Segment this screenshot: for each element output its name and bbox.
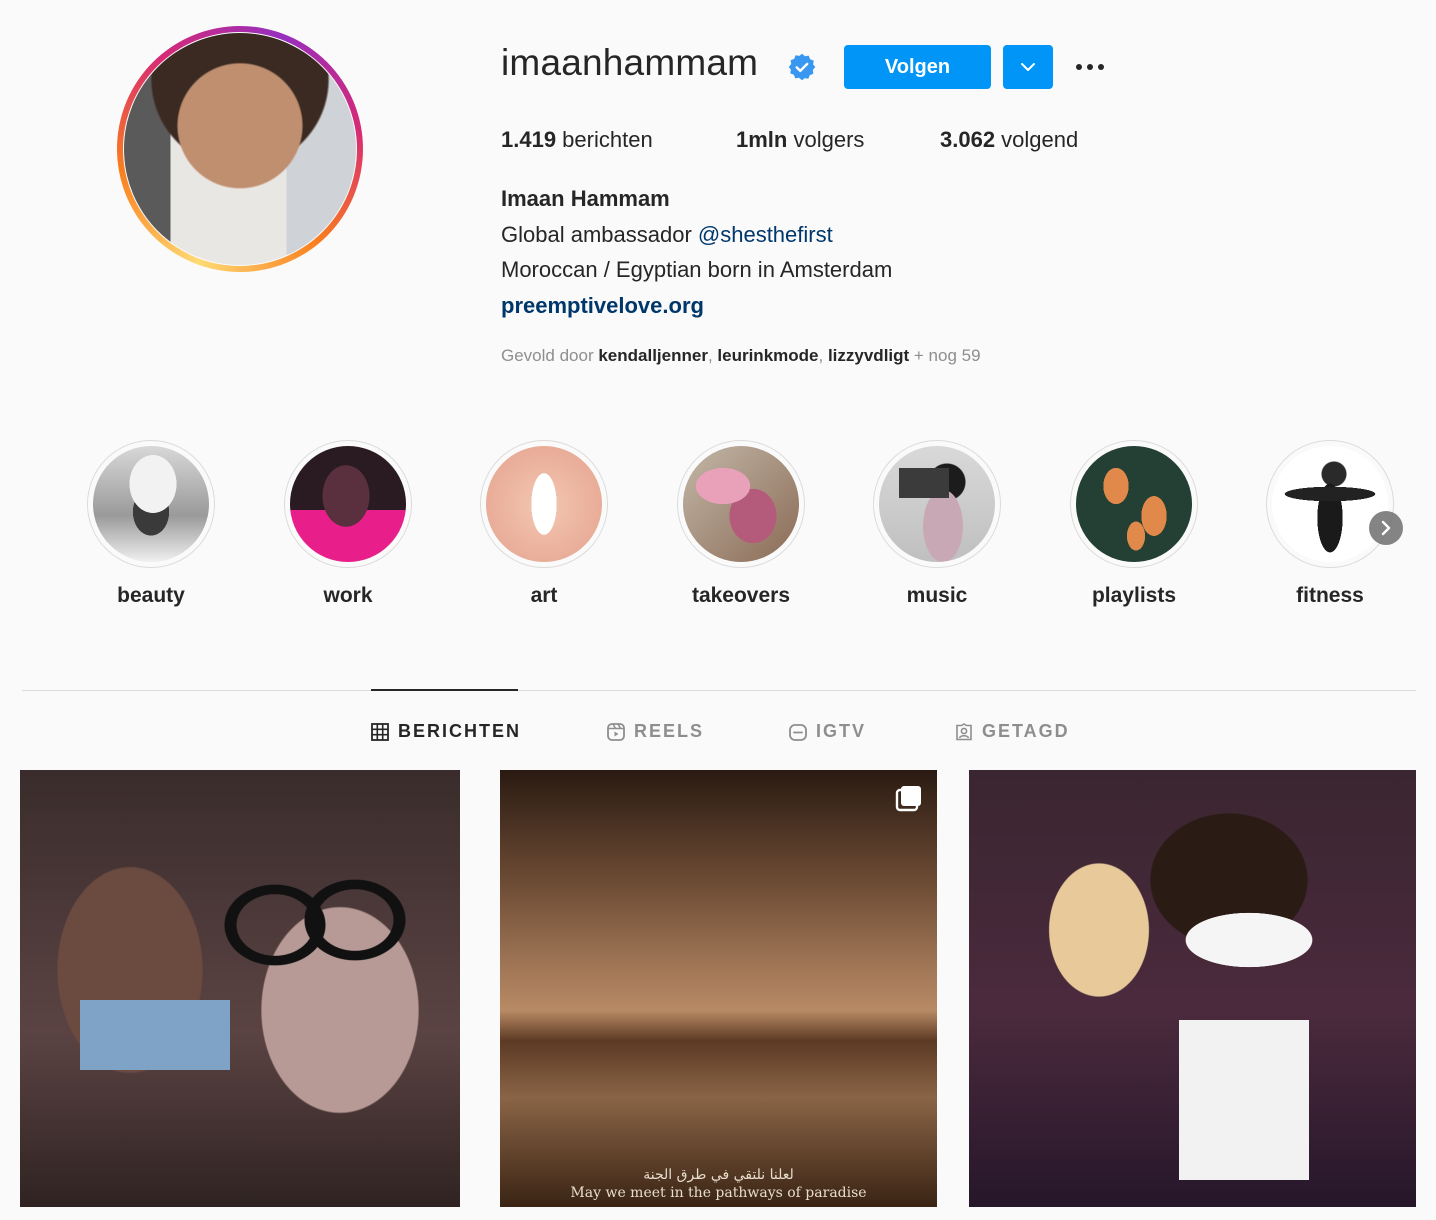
igtv-icon [789, 723, 807, 741]
highlight-cover [290, 446, 406, 562]
highlight-cover [93, 446, 209, 562]
tabs-divider [22, 690, 1416, 691]
post-thumbnail[interactable] [20, 770, 460, 1207]
highlight-music[interactable]: music [872, 440, 1002, 608]
bio-text: Global ambassador [501, 222, 698, 247]
profile-full-name: Imaan Hammam [501, 186, 670, 211]
highlight-cover [1272, 446, 1388, 562]
highlight-playlists[interactable]: playlists [1069, 440, 1199, 608]
carousel-icon [895, 786, 921, 812]
highlight-art[interactable]: art [479, 440, 609, 608]
active-tab-indicator [371, 689, 518, 691]
website-link[interactable]: preemptivelove.org [501, 293, 704, 319]
highlight-takeovers[interactable]: takeovers [676, 440, 806, 608]
tab-berichten[interactable]: BERICHTEN [371, 721, 521, 742]
posts-count: 1.419 berichten [501, 127, 653, 152]
bio-mention-link[interactable]: @shesthefirst [698, 222, 833, 247]
post-thumbnail[interactable]: لعلنا نلتقي في طرق الجنة May we meet in … [500, 770, 937, 1207]
highlight-cover [683, 446, 799, 562]
following-link[interactable]: 3.062 volgend [940, 127, 1078, 153]
bio-line-1: Global ambassador @shesthefirst [501, 222, 833, 248]
chevron-right-icon [1381, 520, 1391, 536]
highlight-cover [1076, 446, 1192, 562]
followed-by-user[interactable]: kendalljenner [598, 346, 708, 365]
follow-button[interactable]: Volgen [844, 45, 991, 89]
followed-by-user[interactable]: lizzyvdligt [828, 346, 909, 365]
post-thumbnail[interactable] [969, 770, 1416, 1207]
tagged-icon [956, 722, 972, 740]
more-options-icon[interactable] [1070, 54, 1110, 80]
bio-line-2: Moroccan / Egyptian born in Amsterdam [501, 257, 893, 282]
tab-reels[interactable]: REELS [607, 721, 704, 742]
highlight-cover [486, 446, 602, 562]
avatar-photo [124, 33, 356, 265]
reels-icon [607, 722, 625, 741]
grid-icon [371, 722, 389, 741]
tab-getagd[interactable]: GETAGD [955, 721, 1070, 742]
followers-link[interactable]: 1mln volgers [736, 127, 864, 153]
highlight-cover [879, 446, 995, 562]
post-caption-overlay: لعلنا نلتقي في طرق الجنة May we meet in … [500, 1167, 937, 1201]
highlight-work[interactable]: work [283, 440, 413, 608]
chevron-down-icon [1021, 63, 1035, 71]
caption-english: May we meet in the pathways of paradise [570, 1185, 867, 1201]
caption-arabic: لعلنا نلتقي في طرق الجنة [643, 1167, 794, 1183]
suggested-accounts-button[interactable] [1003, 45, 1053, 89]
followed-by[interactable]: Gevold door kendalljenner, leurinkmode, … [501, 346, 981, 366]
verified-badge-icon [788, 53, 816, 81]
followed-by-user[interactable]: leurinkmode [717, 346, 818, 365]
profile-username: imaanhammam [501, 42, 759, 83]
profile-avatar[interactable] [117, 26, 363, 272]
highlight-beauty[interactable]: beauty [86, 440, 216, 608]
tab-igtv[interactable]: IGTV [789, 721, 866, 742]
highlights-next-button[interactable] [1369, 511, 1403, 545]
